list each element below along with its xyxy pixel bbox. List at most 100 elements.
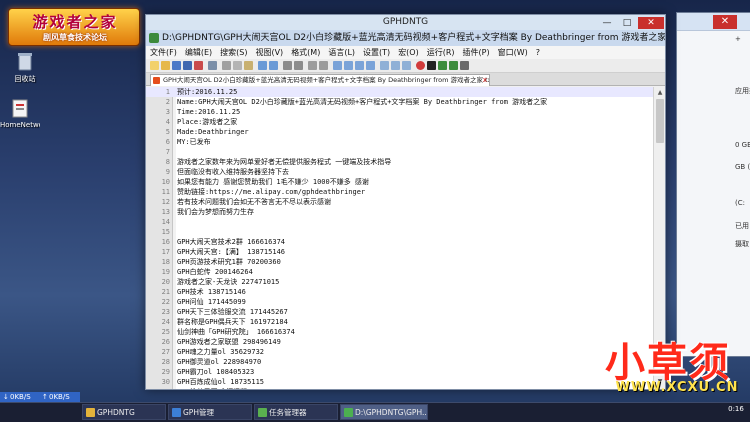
- replace-icon[interactable]: [294, 61, 303, 70]
- menu-search[interactable]: 搜索(S): [216, 46, 251, 59]
- editor-line[interactable]: 2 Name:GPH大闹天宫OL D2小白珍藏版+蓝光高清无码视频+客户程式+文字…: [146, 97, 653, 107]
- line-text: 群名称是GPH偶兵天下 161972184: [177, 318, 288, 326]
- editor-line[interactable]: 14: [146, 217, 653, 227]
- print-icon[interactable]: [208, 61, 217, 70]
- notepad-app-icon: [344, 408, 353, 417]
- editor-line[interactable]: 4 Place:游戏者之家: [146, 117, 653, 127]
- menu-file[interactable]: 文件(F): [146, 46, 181, 59]
- editor-line[interactable]: 18 GPH页游技术研究1群 70200360: [146, 257, 653, 267]
- scrollbar-thumb[interactable]: [656, 99, 664, 143]
- menu-format[interactable]: 格式(M): [287, 46, 324, 59]
- editor-line[interactable]: 30 GPH百炼成仙ol 18735115: [146, 377, 653, 387]
- editor-line[interactable]: 9 但面临没有收入维持服务器坚持下去: [146, 167, 653, 177]
- desktop-icon-recycle-bin[interactable]: 回收站: [5, 50, 45, 84]
- show-all-chars-icon[interactable]: [355, 61, 364, 70]
- editor-line[interactable]: 19 GPH白蛇传 200146264: [146, 267, 653, 277]
- indent-guide-icon[interactable]: [366, 61, 375, 70]
- editor-line[interactable]: 3 Time:2016.11.25: [146, 107, 653, 117]
- paste-icon[interactable]: [244, 61, 253, 70]
- background-window[interactable]: ✕ + 应用类 0 GB GB (C:) (C: 已用 摄取: [676, 12, 750, 357]
- minimize-button[interactable]: —: [598, 17, 616, 29]
- zoom-in-icon[interactable]: [308, 61, 317, 70]
- tab-document[interactable]: GPH大闹天宫OL D2小白珍藏版+蓝光高清无码视频+客户程式+文字档案 By …: [150, 74, 490, 86]
- taskbar-item[interactable]: GPH管理: [168, 404, 252, 420]
- scroll-up-icon[interactable]: ▲: [655, 88, 665, 98]
- close-file-icon[interactable]: [194, 61, 203, 70]
- new-file-icon[interactable]: [150, 61, 159, 70]
- editor-line[interactable]: 5 Made:Deathbringer: [146, 127, 653, 137]
- close-button[interactable]: ✕: [638, 17, 664, 29]
- save-macro-icon[interactable]: [460, 61, 469, 70]
- upload-speed: 0KB/S: [49, 393, 70, 401]
- menu-run[interactable]: 运行(R): [423, 46, 459, 59]
- line-number: 13: [161, 208, 170, 216]
- editor-line[interactable]: 7: [146, 147, 653, 157]
- editor-line[interactable]: 22 GPH问仙 171445099: [146, 297, 653, 307]
- line-text: GPH白蛇传 200146264: [177, 268, 253, 276]
- stop-macro-icon[interactable]: [427, 61, 436, 70]
- bg-text: +: [735, 35, 741, 43]
- zoom-out-icon[interactable]: [319, 61, 328, 70]
- taskbar-item-active[interactable]: D:\GPHDNTG\GPH...: [340, 404, 428, 420]
- doc-map-icon[interactable]: [380, 61, 389, 70]
- taskbar-item[interactable]: GPHDNTG: [82, 404, 166, 420]
- editor-line[interactable]: 20 游戏者之家-天龙诀 227471015: [146, 277, 653, 287]
- maximize-button[interactable]: □: [618, 17, 636, 29]
- copy-icon[interactable]: [233, 61, 242, 70]
- play-macro-icon[interactable]: [438, 61, 447, 70]
- run-macro-multiple-icon[interactable]: [449, 61, 458, 70]
- find-icon[interactable]: [283, 61, 292, 70]
- editor-line[interactable]: 8 游戏者之家数年来为网单爱好者无偿提供服务程式 一键端及技术指导: [146, 157, 653, 167]
- word-wrap-icon[interactable]: [344, 61, 353, 70]
- editor-line[interactable]: 11 赞助链接:https://me.alipay.com/gphdeathbri…: [146, 187, 653, 197]
- cut-icon[interactable]: [222, 61, 231, 70]
- tab-close-icon[interactable]: x: [483, 75, 487, 86]
- editor-line[interactable]: 12 若有技术问题我们会如无不答言无不尽以表示感谢: [146, 197, 653, 207]
- editor-line[interactable]: 6 MY:已发布: [146, 137, 653, 147]
- line-number: 26: [161, 338, 170, 346]
- taskbar-item-label: GPHDNTG: [97, 408, 135, 417]
- menu-settings[interactable]: 设置(T): [359, 46, 394, 59]
- editor-line[interactable]: 26 GPH游戏者之家联盟 298496149: [146, 337, 653, 347]
- editor-line[interactable]: 16 GPH大闹天宫技术2群 166616374: [146, 237, 653, 247]
- editor-line[interactable]: 13 我们会为梦想而努力生存: [146, 207, 653, 217]
- editor-line[interactable]: 1 预计:2016.11.25: [146, 87, 653, 97]
- editor-line[interactable]: 10 如果您有能力 感谢您赞助我们 1毛不嫌少 1000不嫌多 感谢: [146, 177, 653, 187]
- save-icon[interactable]: [172, 61, 181, 70]
- line-text: GPH霸刀ol 108405323: [177, 368, 255, 376]
- redo-icon[interactable]: [269, 61, 278, 70]
- text-editor[interactable]: 1 预计:2016.11.25 2 Name:GPH大闹天宫OL D2小白珍藏版+蓝光…: [146, 87, 653, 389]
- desktop-icon-network[interactable]: HomeNetwork: [0, 97, 40, 129]
- close-icon[interactable]: ✕: [713, 15, 737, 29]
- window-path-text: D:\GPHDNTG\GPH大闹天宫OL D2小白珍藏版+蓝光高清无码视频+客户…: [162, 33, 665, 43]
- editor-line[interactable]: 27 GPH魂之力量ol 35629732: [146, 347, 653, 357]
- bg-text: 应用类: [735, 87, 750, 95]
- bg-text: 已用: [735, 222, 749, 230]
- menu-language[interactable]: 语言(L): [324, 46, 359, 59]
- editor-line[interactable]: 23 GPH天下三体验服交流 171445267: [146, 307, 653, 317]
- record-macro-icon[interactable]: [416, 61, 425, 70]
- undo-icon[interactable]: [258, 61, 267, 70]
- editor-line[interactable]: 24 群名称是GPH偶兵天下 161972184: [146, 317, 653, 327]
- line-text: GPH御灵道ol 228984970: [177, 358, 262, 366]
- editor-line[interactable]: 28 GPH御灵道ol 228984970: [146, 357, 653, 367]
- menu-plugins[interactable]: 插件(P): [459, 46, 494, 59]
- open-file-icon[interactable]: [161, 61, 170, 70]
- menu-help[interactable]: ?: [532, 46, 544, 59]
- editor-line[interactable]: 29 GPH霸刀ol 108405323: [146, 367, 653, 377]
- menu-edit[interactable]: 编辑(E): [181, 46, 216, 59]
- function-list-icon[interactable]: [391, 61, 400, 70]
- taskbar-item[interactable]: 任务管理器: [254, 404, 338, 420]
- save-all-icon[interactable]: [183, 61, 192, 70]
- editor-line[interactable]: 21 GPH技术 138715146: [146, 287, 653, 297]
- editor-line[interactable]: 15: [146, 227, 653, 237]
- menu-view[interactable]: 视图(V): [251, 46, 287, 59]
- line-number: 27: [161, 348, 170, 356]
- editor-line[interactable]: 31 GPH枪苦男开ol怀旧版 80890156: [146, 387, 653, 389]
- folder-workspace-icon[interactable]: [402, 61, 411, 70]
- sync-scroll-icon[interactable]: [333, 61, 342, 70]
- editor-line[interactable]: 17 GPH大闹天宫:【满】 138715146: [146, 247, 653, 257]
- menu-macro[interactable]: 宏(O): [394, 46, 423, 59]
- menu-window[interactable]: 窗口(W): [494, 46, 532, 59]
- editor-line[interactable]: 25 仙剑神曲「GPH研究院」 166616374: [146, 327, 653, 337]
